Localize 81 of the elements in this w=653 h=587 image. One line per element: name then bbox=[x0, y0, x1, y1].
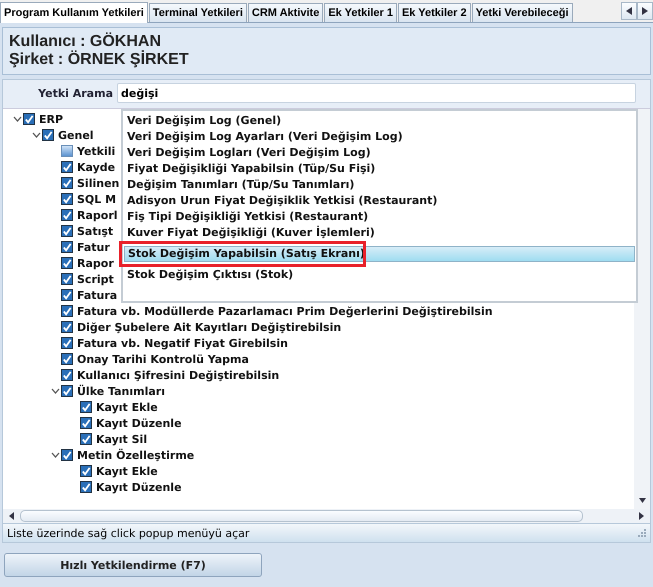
tree-item[interactable]: Raporl bbox=[77, 208, 118, 222]
checkbox[interactable] bbox=[61, 449, 73, 461]
tree-item[interactable]: Kullanıcı Şifresini Değiştirebilsin bbox=[77, 368, 280, 382]
checkbox[interactable] bbox=[61, 193, 73, 205]
tree-item[interactable]: Satışt bbox=[77, 224, 114, 238]
suggestion-item[interactable]: Veri Değişim Log Ayarları (Veri Değişim Log) bbox=[124, 129, 635, 145]
checkbox[interactable] bbox=[61, 257, 73, 269]
tree-item[interactable]: Metin Özelleştirme bbox=[77, 448, 194, 462]
status-text: Liste üzerinde sağ click popup menüyü açar bbox=[7, 526, 250, 540]
checkbox[interactable] bbox=[61, 337, 73, 349]
scroll-right-icon[interactable] bbox=[637, 2, 653, 20]
tree-item[interactable]: SQL M bbox=[77, 192, 116, 206]
scroll-down-icon[interactable] bbox=[638, 498, 646, 503]
scrollbar-thumb[interactable] bbox=[20, 510, 583, 522]
checkbox[interactable] bbox=[23, 113, 35, 125]
scroll-right-icon[interactable] bbox=[639, 512, 644, 520]
suggestion-item[interactable]: Adisyon Urun Fiyat Değişiklik Yetkisi (Restaurant) bbox=[124, 193, 635, 209]
expander-icon[interactable] bbox=[32, 132, 40, 138]
checkbox[interactable] bbox=[80, 401, 92, 413]
tab[interactable]: Yetki Verebileceği bbox=[472, 3, 573, 22]
checkbox[interactable] bbox=[61, 321, 73, 333]
tree-item[interactable]: Diğer Şubelere Ait Kayıtları Değiştirebilsin bbox=[77, 320, 342, 334]
checkbox[interactable] bbox=[61, 369, 73, 381]
suggestion-item[interactable]: Fiyat Değişikliği Yapabilsin (Tüp/Su Fişi) bbox=[124, 161, 635, 177]
checkbox[interactable] bbox=[61, 273, 73, 285]
quick-authorize-button[interactable]: Hızlı Yetkilendirme (F7) bbox=[4, 553, 262, 577]
checkbox[interactable] bbox=[61, 161, 73, 173]
tree-item[interactable]: Kayıt Sil bbox=[96, 432, 148, 446]
resize-grip-icon bbox=[638, 529, 646, 537]
tab[interactable]: Terminal Yetkileri bbox=[148, 3, 247, 22]
checkbox[interactable] bbox=[61, 209, 73, 221]
checkbox[interactable] bbox=[42, 129, 54, 141]
scroll-left-icon[interactable] bbox=[621, 2, 637, 20]
checkbox[interactable] bbox=[80, 433, 92, 445]
tab[interactable]: Ek Yetkiler 1 bbox=[324, 3, 397, 22]
checkbox[interactable] bbox=[61, 353, 73, 365]
tab[interactable]: Ek Yetkiler 2 bbox=[398, 3, 471, 22]
tree-item[interactable]: ERP bbox=[39, 112, 64, 126]
checkbox[interactable] bbox=[61, 145, 73, 157]
suggestion-item[interactable]: Veri Değişim Logları (Veri Değişim Log) bbox=[124, 145, 635, 161]
search-label: Yetki Arama bbox=[37, 86, 114, 100]
tree-item[interactable]: Fatura bbox=[77, 288, 118, 302]
expander-icon[interactable] bbox=[50, 452, 60, 458]
tree-item[interactable]: Fatura vb. Modüllerde Pazarlamacı Prim Değerlerini Değiştirebilsin bbox=[77, 304, 493, 318]
user-name: Kullanıcı : GÖKHAN bbox=[9, 33, 162, 50]
checkbox[interactable] bbox=[80, 417, 92, 429]
company-name: Şirket : ÖRNEK ŞİRKET bbox=[9, 51, 190, 69]
tab[interactable]: CRM Aktivite bbox=[248, 3, 324, 22]
checkbox[interactable] bbox=[61, 289, 73, 301]
tree-item[interactable]: Script bbox=[77, 272, 114, 286]
checkbox[interactable] bbox=[80, 465, 92, 477]
search-field[interactable]: değişi bbox=[117, 83, 636, 103]
checkbox[interactable] bbox=[61, 225, 73, 237]
tree-item[interactable]: Kayıt Düzenle bbox=[96, 416, 182, 430]
suggestion-item[interactable]: Veri Değişim Log (Genel) bbox=[124, 113, 635, 129]
tree-item[interactable]: Fatura vb. Negatif Fiyat Girebilsin bbox=[77, 336, 288, 350]
suggestion-item[interactable]: Fiş Tipi Değişikliği Yetkisi (Restaurant) bbox=[124, 209, 635, 225]
tab[interactable]: Program Kullanım Yetkileri bbox=[0, 2, 148, 23]
suggestion-item[interactable]: Stok Değişim Çıktısı (Stok) bbox=[124, 267, 635, 283]
tree-item[interactable]: Kayıt Ekle bbox=[96, 464, 158, 478]
suggestion-item[interactable]: Değişim Tanımları (Tüp/Su Tanımları) bbox=[124, 177, 635, 193]
tree-item[interactable]: Ülke Tanımları bbox=[77, 384, 165, 398]
tree-item[interactable]: Rapor bbox=[77, 256, 114, 270]
suggestion-item[interactable]: Kuver Fiyat Değişikliği (Kuver İşlemleri) bbox=[124, 225, 635, 241]
tree-item[interactable]: Fatur bbox=[77, 240, 110, 254]
tree-item[interactable]: Genel bbox=[58, 128, 94, 142]
checkbox[interactable] bbox=[61, 241, 73, 253]
checkbox[interactable] bbox=[61, 305, 73, 317]
tree-item[interactable]: Silinen bbox=[77, 176, 120, 190]
tree-item[interactable]: Yetkili bbox=[77, 144, 116, 158]
checkbox[interactable] bbox=[61, 177, 73, 189]
expander-icon[interactable] bbox=[50, 388, 60, 394]
checkbox[interactable] bbox=[61, 385, 73, 397]
tree-item[interactable]: Kayıt Ekle bbox=[96, 400, 158, 414]
checkbox[interactable] bbox=[80, 481, 92, 493]
tree-item[interactable]: Onay Tarihi Kontrolü Yapma bbox=[77, 352, 249, 366]
tree-item[interactable]: Kayde bbox=[77, 160, 116, 174]
tree-item[interactable]: Kayıt Düzenle bbox=[96, 480, 182, 494]
expander-icon[interactable] bbox=[12, 116, 22, 122]
suggestion-item[interactable]: Stok Değişim Yapabilsin (Satış Ekranı) bbox=[124, 246, 635, 262]
scroll-left-icon[interactable] bbox=[9, 512, 14, 520]
